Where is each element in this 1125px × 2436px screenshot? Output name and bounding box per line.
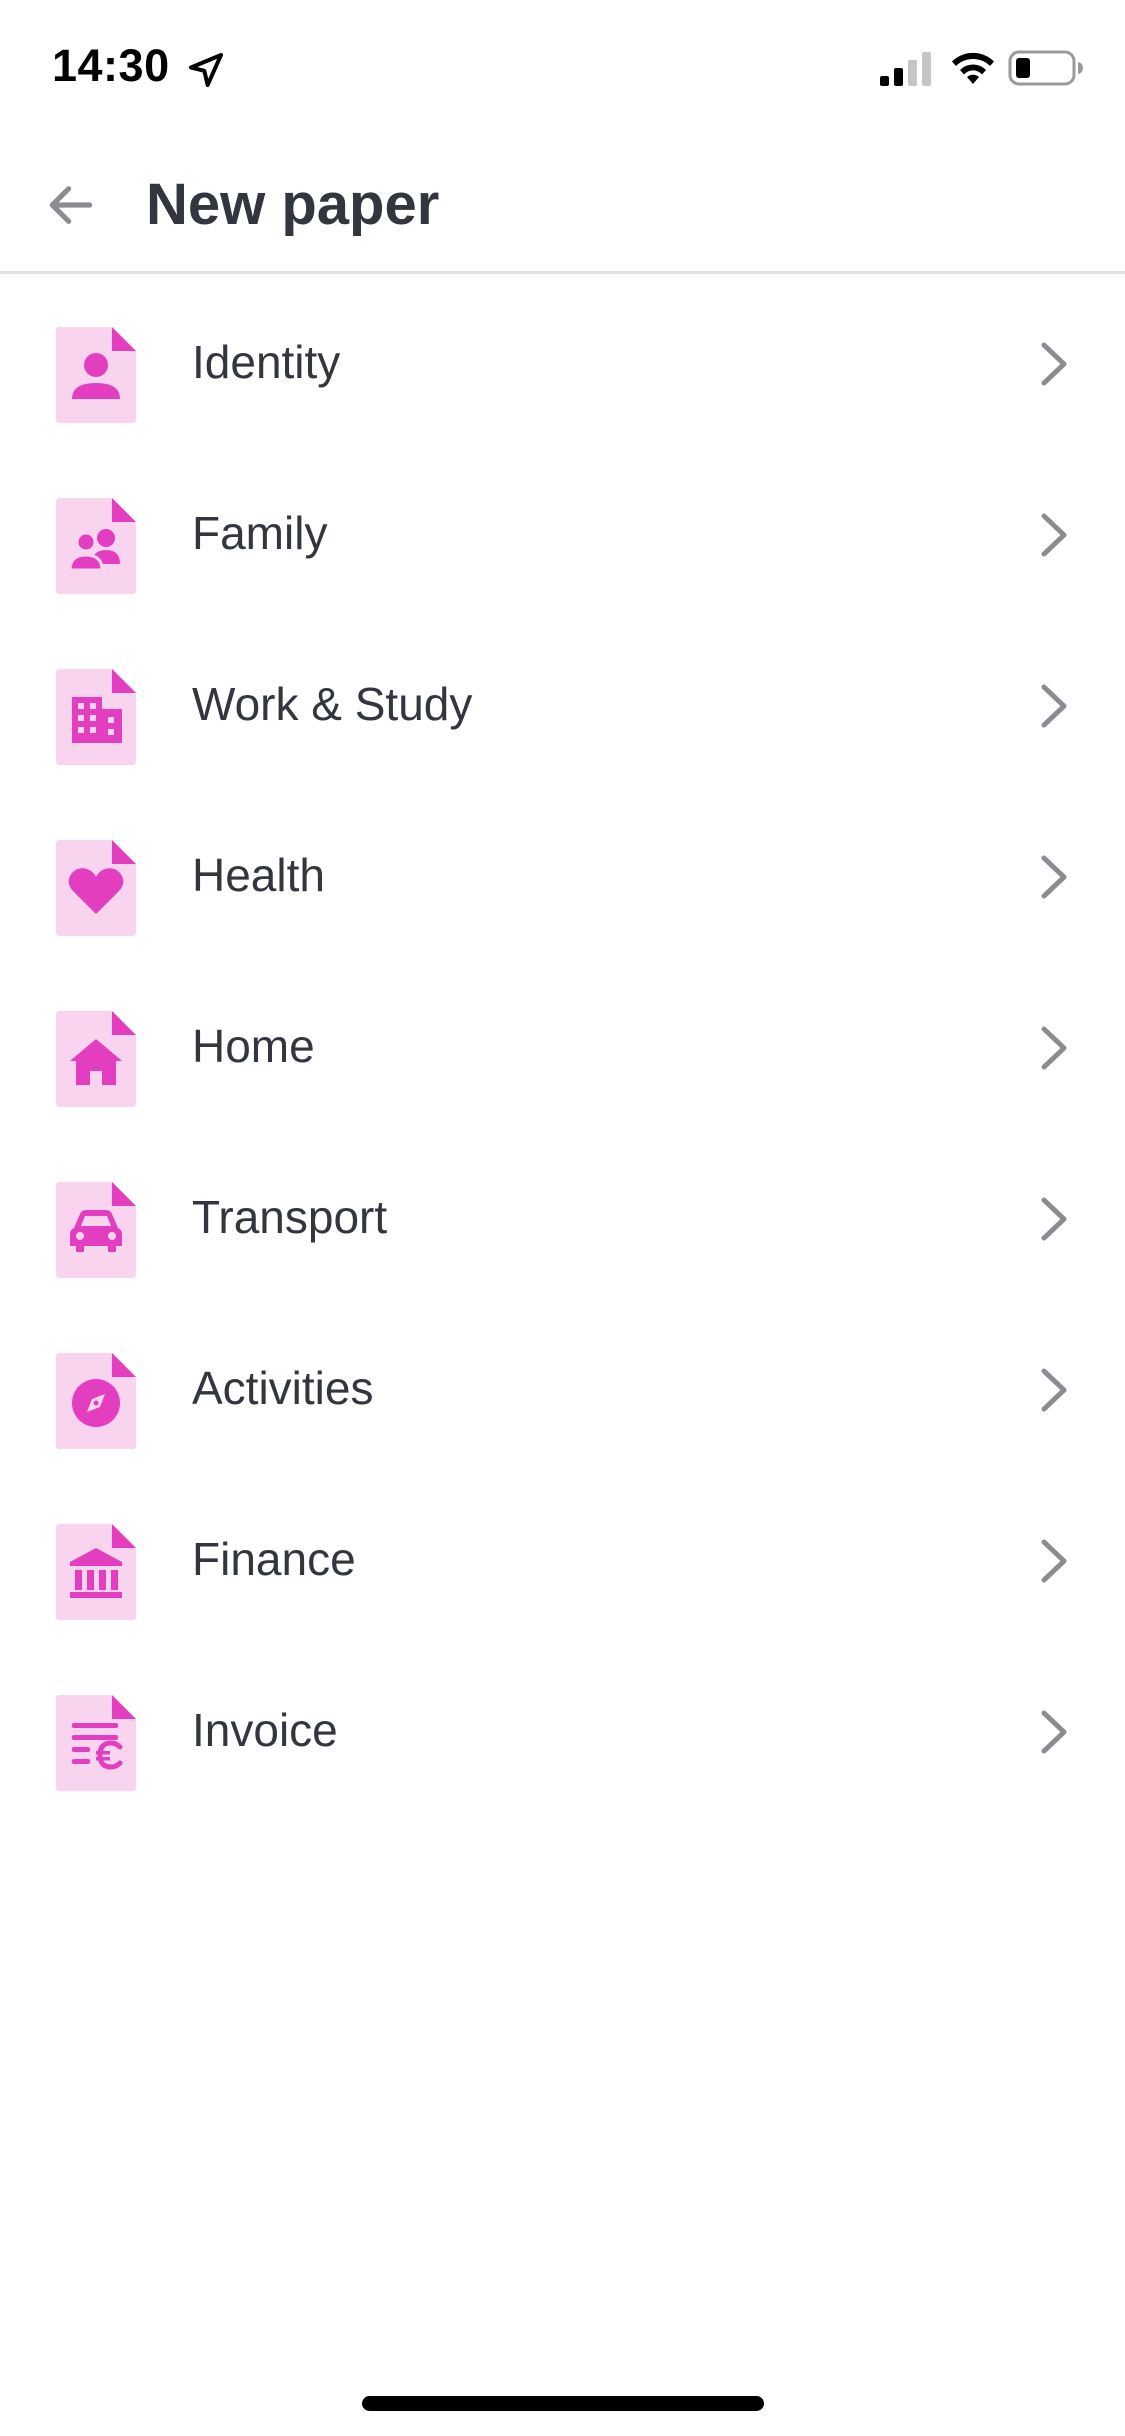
list-item-family[interactable]: Family xyxy=(0,448,1125,619)
compass-icon xyxy=(56,1353,136,1449)
chevron-right-icon xyxy=(1041,855,1067,899)
chevron-right-icon xyxy=(1041,1368,1067,1412)
bank-icon xyxy=(56,1524,136,1620)
list-item-health[interactable]: Health xyxy=(0,790,1125,961)
people-icon xyxy=(56,498,136,594)
category-list: Identity Family Work & Study Health Home… xyxy=(0,277,1125,1816)
heart-icon xyxy=(56,840,136,936)
chevron-right-icon xyxy=(1041,513,1067,557)
chevron-right-icon xyxy=(1041,342,1067,386)
list-item-label: Invoice xyxy=(192,1704,338,1756)
chevron-right-icon xyxy=(1041,1026,1067,1070)
list-item-work-study[interactable]: Work & Study xyxy=(0,619,1125,790)
list-item-label: Activities xyxy=(192,1362,374,1414)
chevron-right-icon xyxy=(1041,1539,1067,1583)
arrow-left-icon xyxy=(49,186,93,224)
list-item-label: Home xyxy=(192,1020,315,1072)
list-item-label: Transport xyxy=(192,1191,388,1243)
chevron-right-icon xyxy=(1041,1197,1067,1241)
list-item-label: Family xyxy=(192,507,328,559)
back-button[interactable] xyxy=(36,170,106,240)
status-time: 14:30 xyxy=(52,40,170,91)
battery-icon xyxy=(1008,50,1083,86)
chevron-right-icon xyxy=(1041,1710,1067,1754)
header: New paper xyxy=(0,132,1125,274)
list-item-transport[interactable]: Transport xyxy=(0,1132,1125,1303)
list-item-identity[interactable]: Identity xyxy=(0,277,1125,448)
list-item-label: Work & Study xyxy=(192,678,473,730)
invoice-euro-icon xyxy=(56,1695,136,1791)
list-item-home[interactable]: Home xyxy=(0,961,1125,1132)
page-title: New paper xyxy=(146,172,440,237)
wifi-icon xyxy=(952,52,994,84)
list-item-label: Finance xyxy=(192,1533,356,1585)
person-icon xyxy=(56,327,136,423)
cellular-signal-icon xyxy=(880,52,931,86)
status-bar: 14:30 xyxy=(0,0,1125,132)
house-icon xyxy=(56,1011,136,1107)
list-item-invoice[interactable]: Invoice xyxy=(0,1645,1125,1816)
list-item-label: Health xyxy=(192,849,325,901)
screen: 14:30 New paper Identity Family Work & S… xyxy=(0,0,1125,2436)
building-icon xyxy=(56,669,136,765)
list-item-activities[interactable]: Activities xyxy=(0,1303,1125,1474)
home-indicator[interactable] xyxy=(362,2396,764,2411)
car-icon xyxy=(56,1182,136,1278)
chevron-right-icon xyxy=(1041,684,1067,728)
location-arrow-icon xyxy=(189,53,223,87)
list-item-label: Identity xyxy=(192,336,341,388)
list-item-finance[interactable]: Finance xyxy=(0,1474,1125,1645)
